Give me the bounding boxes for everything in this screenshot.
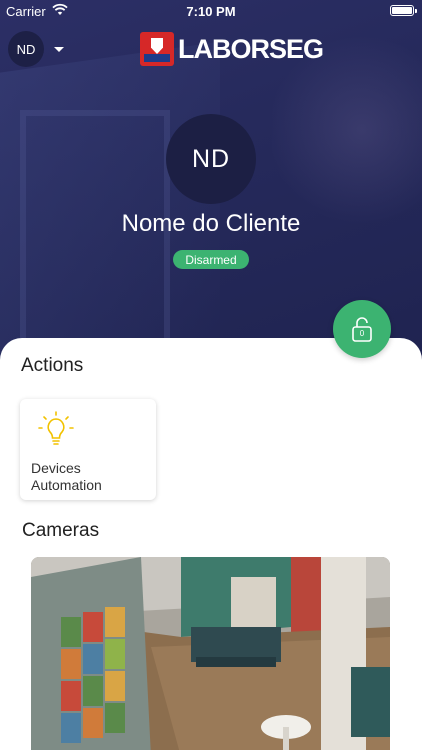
client-name: Nome do Cliente <box>121 210 301 237</box>
action-label-line2: Automation <box>31 477 102 493</box>
brand-logo-mark <box>140 32 174 66</box>
status-badge: Disarmed <box>173 250 249 269</box>
lock-badge-text: 0 <box>359 329 365 338</box>
brand-logo: LABORSEG <box>140 31 324 67</box>
account-avatar: ND <box>8 31 44 67</box>
devices-automation-tile[interactable]: Devices Automation <box>20 399 156 500</box>
account-switcher-button[interactable]: ND <box>8 31 64 67</box>
lightbulb-icon <box>36 411 76 456</box>
clock: 7:10 PM <box>186 4 236 19</box>
action-label-line1: Devices <box>31 460 81 476</box>
status-bar: Carrier 7:10 PM <box>0 0 422 22</box>
arm-lock-button[interactable]: 0 <box>333 300 391 358</box>
battery-icon <box>390 5 417 16</box>
action-tile-label: Devices Automation <box>31 460 151 494</box>
camera-snapshot-image <box>31 557 390 750</box>
actions-title: Actions <box>21 355 84 376</box>
cameras-title: Cameras <box>22 520 100 541</box>
client-avatar: ND <box>166 114 256 204</box>
camera-feed-thumbnail[interactable] <box>31 557 390 750</box>
chevron-down-icon <box>54 46 64 52</box>
brand-logo-text: LABORSEG <box>178 33 324 64</box>
unlock-icon: 0 <box>350 316 374 342</box>
